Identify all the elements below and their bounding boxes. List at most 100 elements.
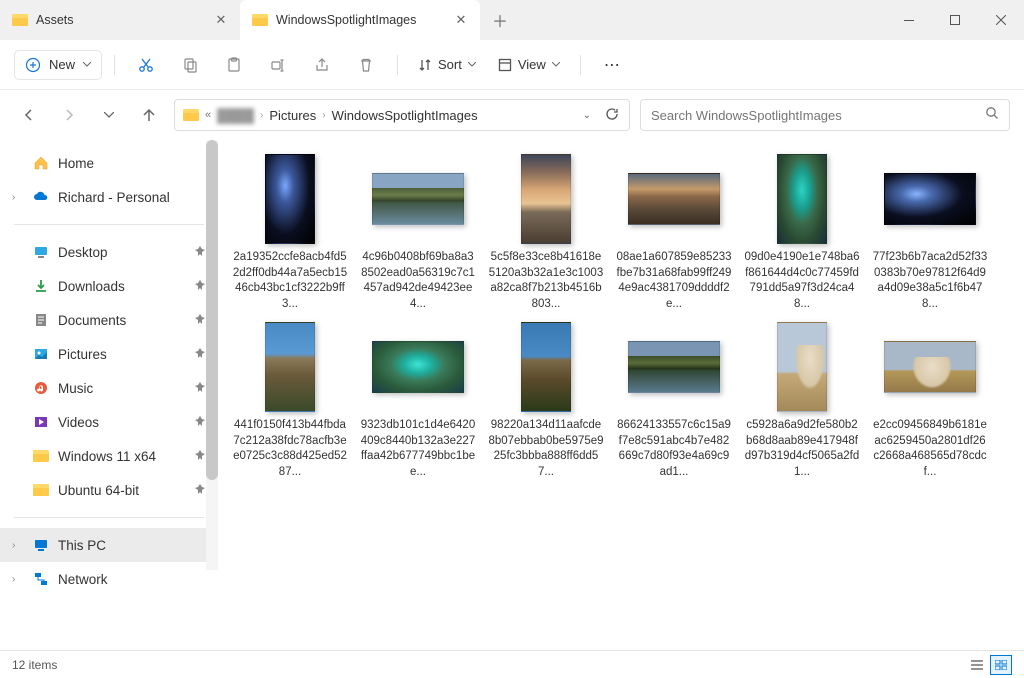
chevron-right-icon: › [260,110,263,121]
file-content[interactable]: 2a19352ccfe8acb4fd52d2ff0db44a7a5ecb1546… [218,140,1024,650]
document-icon [32,311,50,329]
sidebar-item-documents[interactable]: Documents [0,303,218,337]
sidebar-item-downloads[interactable]: Downloads [0,269,218,303]
network-icon [32,570,50,588]
thumbnail [614,322,734,412]
chevron-right-icon[interactable]: › [12,192,24,203]
sidebar: Home › Richard - Personal Desktop Downloa… [0,140,218,650]
thumbnail [742,154,862,244]
statusbar: 12 items [0,650,1024,678]
back-button[interactable] [14,100,44,130]
scrollbar[interactable] [206,140,218,570]
sidebar-item-pictures[interactable]: Pictures [0,337,218,371]
filename: 08ae1a607859e85233fbe7b31a68fab99ff2494e… [612,250,736,312]
search-icon[interactable] [985,106,999,125]
cloud-icon [32,188,50,206]
rename-button[interactable] [259,48,297,82]
thumbnails-view-button[interactable] [990,655,1012,675]
sidebar-item-desktop[interactable]: Desktop [0,235,218,269]
tab-label: Assets [36,13,206,27]
address-part-blurred[interactable]: ████ [217,108,254,123]
sidebar-item-ubuntu-64-bit[interactable]: Ubuntu 64-bit [0,473,218,507]
file-item[interactable]: 4c96b0408bf69ba8a38502ead0a56319c7c1457a… [356,154,480,312]
forward-button[interactable] [54,100,84,130]
main-area: Home › Richard - Personal Desktop Downloa… [0,140,1024,650]
address-part[interactable]: Pictures [269,108,316,123]
close-icon[interactable]: ✕ [214,13,228,27]
sidebar-label: Desktop [58,245,108,260]
sidebar-item-music[interactable]: Music [0,371,218,405]
chevron-down-icon [468,62,476,67]
file-item[interactable]: 08ae1a607859e85233fbe7b31a68fab99ff2494e… [612,154,736,312]
file-item[interactable]: 5c5f8e33ce8b41618e5120a3b32a1e3c1003a82c… [484,154,608,312]
tab-spotlight[interactable]: WindowsSpotlightImages ✕ [240,0,480,40]
chevron-right-icon[interactable]: › [12,574,24,585]
recent-button[interactable] [94,100,124,130]
address-bar[interactable]: « ████ › Pictures › WindowsSpotlightImag… [174,99,630,131]
minimize-button[interactable] [886,0,932,40]
refresh-button[interactable] [603,107,621,124]
search-box[interactable] [640,99,1010,131]
thumbnail [870,322,990,412]
file-item[interactable]: 9323db101c1d4e6420409c8440b132a3e227ffaa… [356,322,480,480]
details-view-button[interactable] [966,655,988,675]
sidebar-label: Network [58,572,108,587]
titlebar: Assets ✕ WindowsSpotlightImages ✕ ＋ [0,0,1024,40]
folder-icon [252,14,268,26]
filename: 09d0e4190e1e748ba6f861644d4c0c77459fd791… [740,250,864,312]
overflow-chevron[interactable]: « [205,109,211,121]
pin-icon [194,347,206,362]
share-button[interactable] [303,48,341,82]
file-item[interactable]: 77f23b6b7aca2d52f330383b70e97812f64d9a4d… [868,154,992,312]
new-button[interactable]: New [14,50,102,80]
maximize-button[interactable] [932,0,978,40]
file-item[interactable]: 09d0e4190e1e748ba6f861644d4c0c77459fd791… [740,154,864,312]
close-icon[interactable]: ✕ [454,13,468,27]
new-tab-button[interactable]: ＋ [480,8,520,32]
pin-icon [194,449,206,464]
sort-label: Sort [438,57,462,72]
sidebar-home[interactable]: Home [0,146,218,180]
sidebar-item-videos[interactable]: Videos [0,405,218,439]
chevron-down-icon [83,62,91,67]
file-item[interactable]: 2a19352ccfe8acb4fd52d2ff0db44a7a5ecb1546… [228,154,352,312]
chevron-right-icon[interactable]: › [12,540,24,551]
paste-button[interactable] [215,48,253,82]
thumbnail [358,154,478,244]
video-icon [32,413,50,431]
address-dropdown[interactable]: ⌄ [577,110,597,121]
close-button[interactable] [978,0,1024,40]
file-item[interactable]: e2cc09456849b6181eac6259450a2801df26c266… [868,322,992,480]
file-item[interactable]: c5928a6a9d2fe580b2b68d8aab89e417948fd97b… [740,322,864,480]
toolbar: New Sort View ⋯ [0,40,1024,90]
sidebar-network[interactable]: › Network [0,562,218,596]
thumbnail [230,322,350,412]
cut-button[interactable] [127,48,165,82]
navbar: « ████ › Pictures › WindowsSpotlightImag… [0,90,1024,140]
sidebar-thispc[interactable]: › This PC [0,528,218,562]
sort-button[interactable]: Sort [410,51,484,78]
sidebar-item-windows-11-x64[interactable]: Windows 11 x64 [0,439,218,473]
file-item[interactable]: 441f0150f413b44fbda7c212a38fdc78acfb3ee0… [228,322,352,480]
pin-icon [194,279,206,294]
tab-assets[interactable]: Assets ✕ [0,0,240,40]
file-item[interactable]: 98220a134d11aafcde8b07ebbab0be5975e925fc… [484,322,608,480]
file-item[interactable]: 86624133557c6c15a9f7e8c591abc4b7e482669c… [612,322,736,480]
sidebar-label: Home [58,156,94,171]
more-button[interactable]: ⋯ [593,48,631,82]
up-button[interactable] [134,100,164,130]
folder-icon [183,109,199,121]
picture-icon [32,345,50,363]
pin-icon [194,415,206,430]
search-input[interactable] [651,108,985,123]
filename: 5c5f8e33ce8b41618e5120a3b32a1e3c1003a82c… [484,250,608,312]
copy-button[interactable] [171,48,209,82]
folder-icon [32,481,50,499]
folder-icon [12,14,28,26]
sidebar-onedrive[interactable]: › Richard - Personal [0,180,218,214]
address-part[interactable]: WindowsSpotlightImages [332,108,478,123]
delete-button[interactable] [347,48,385,82]
thumbnail [230,154,350,244]
view-button[interactable]: View [490,51,568,78]
pin-icon [194,381,206,396]
